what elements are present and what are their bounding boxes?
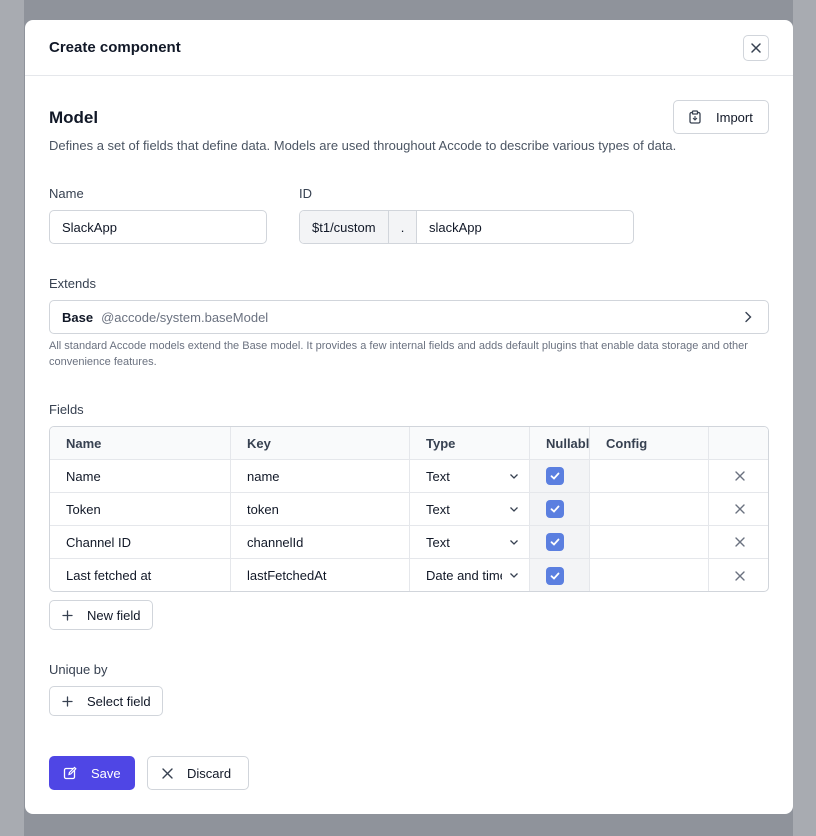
create-component-modal: Create component Model Import Defines a … (25, 20, 793, 814)
modal-title: Create component (49, 39, 181, 56)
new-field-button[interactable]: New field (49, 600, 153, 630)
id-label: ID (299, 186, 312, 201)
import-label: Import (716, 109, 753, 125)
extends-path: @accode/system.baseModel (101, 309, 269, 325)
nullable-checkbox[interactable] (546, 467, 564, 485)
table-row: Channel ID channelId Text (50, 526, 768, 559)
discard-label: Discard (187, 765, 232, 781)
chevron-down-icon (510, 474, 518, 479)
check-icon (550, 538, 560, 546)
field-config-cell[interactable] (590, 526, 709, 559)
field-key-input[interactable]: token (231, 493, 410, 526)
field-key-input[interactable]: name (231, 460, 410, 493)
chevron-down-icon (510, 573, 518, 578)
table-header: Name Key Type Nullable Config (50, 427, 768, 460)
unique-by-label: Unique by (49, 662, 108, 677)
fields-table: Name Key Type Nullable Config Name name … (49, 426, 769, 592)
select-field-button[interactable]: Select field (49, 686, 163, 716)
close-button[interactable] (743, 35, 769, 61)
close-icon (162, 767, 173, 779)
field-type-select[interactable]: Text (410, 460, 530, 493)
remove-field-button[interactable] (709, 526, 768, 559)
column-header-key: Key (231, 427, 410, 460)
field-name-input[interactable]: Name (50, 460, 231, 493)
edit-icon (63, 766, 77, 780)
close-icon (734, 471, 745, 481)
field-type-value: Text (426, 501, 450, 517)
field-config-cell[interactable] (590, 460, 709, 493)
extends-name: Base (62, 309, 94, 325)
field-key-input[interactable]: lastFetchedAt (231, 559, 410, 591)
field-type-select[interactable]: Text (410, 526, 530, 559)
save-label: Save (91, 765, 121, 781)
nullable-checkbox[interactable] (546, 566, 564, 585)
field-config-cell[interactable] (590, 493, 709, 526)
close-icon (734, 570, 745, 581)
id-input-value: slackApp (429, 219, 482, 235)
table-row: Name name Text (50, 460, 768, 493)
clipboard-icon (689, 110, 701, 124)
model-description: Defines a set of fields that define data… (49, 138, 677, 153)
field-type-value: Text (426, 468, 450, 484)
check-icon (550, 572, 560, 580)
remove-field-button[interactable] (709, 493, 768, 526)
field-nullable-cell (530, 460, 590, 493)
field-config-cell[interactable] (590, 559, 709, 591)
import-button[interactable]: Import (673, 100, 769, 134)
new-field-label: New field (87, 607, 141, 623)
select-field-label: Select field (87, 693, 151, 709)
column-header-config: Config (590, 427, 709, 460)
field-type-value: Date and time (426, 568, 502, 583)
extends-selector[interactable]: Base @accode/system.baseModel (49, 300, 769, 334)
field-nullable-cell (530, 526, 590, 559)
name-label: Name (49, 186, 84, 201)
field-type-select[interactable]: Date and time (410, 559, 530, 591)
backdrop[interactable] (0, 0, 24, 836)
extends-help-text: All standard Accode models extend the Ba… (49, 340, 748, 368)
id-input[interactable]: slackApp (417, 211, 633, 243)
remove-field-button[interactable] (709, 460, 768, 493)
name-input[interactable]: SlackApp (49, 210, 267, 244)
backdrop-right[interactable] (793, 0, 816, 836)
close-icon (751, 43, 761, 53)
nullable-checkbox[interactable] (546, 500, 564, 518)
column-header-actions (709, 427, 768, 460)
id-input-group: $t1/custom . slackApp (299, 210, 634, 244)
extends-label: Extends (49, 276, 96, 291)
save-button[interactable]: Save (49, 756, 135, 790)
chevron-down-icon (510, 540, 518, 545)
table-row: Token token Text (50, 493, 768, 526)
column-header-nullable: Nullable (530, 427, 590, 460)
section-title: Model (49, 108, 99, 127)
field-name-input[interactable]: Token (50, 493, 231, 526)
check-icon (550, 472, 560, 480)
close-icon (734, 537, 745, 547)
field-type-select[interactable]: Text (410, 493, 530, 526)
discard-button[interactable]: Discard (147, 756, 249, 790)
plus-icon (62, 609, 73, 621)
modal-header: Create component (25, 20, 793, 76)
nullable-checkbox[interactable] (546, 533, 564, 551)
field-name-input[interactable]: Channel ID (50, 526, 231, 559)
chevron-down-icon (510, 507, 518, 512)
fields-label: Fields (49, 402, 84, 417)
close-icon (734, 504, 745, 514)
plus-icon (62, 695, 73, 707)
id-prefix: $t1/custom (300, 211, 389, 243)
field-nullable-cell (530, 493, 590, 526)
column-header-type: Type (410, 427, 530, 460)
id-separator: . (389, 211, 417, 243)
chevron-right-icon (745, 311, 752, 323)
table-row: Last fetched at lastFetchedAt Date and t… (50, 559, 768, 591)
field-nullable-cell (530, 559, 590, 591)
check-icon (550, 505, 560, 513)
remove-field-button[interactable] (709, 559, 768, 591)
name-input-value: SlackApp (62, 219, 117, 235)
field-key-input[interactable]: channelId (231, 526, 410, 559)
field-type-value: Text (426, 534, 450, 550)
field-name-input[interactable]: Last fetched at (50, 559, 231, 591)
column-header-name: Name (50, 427, 231, 460)
